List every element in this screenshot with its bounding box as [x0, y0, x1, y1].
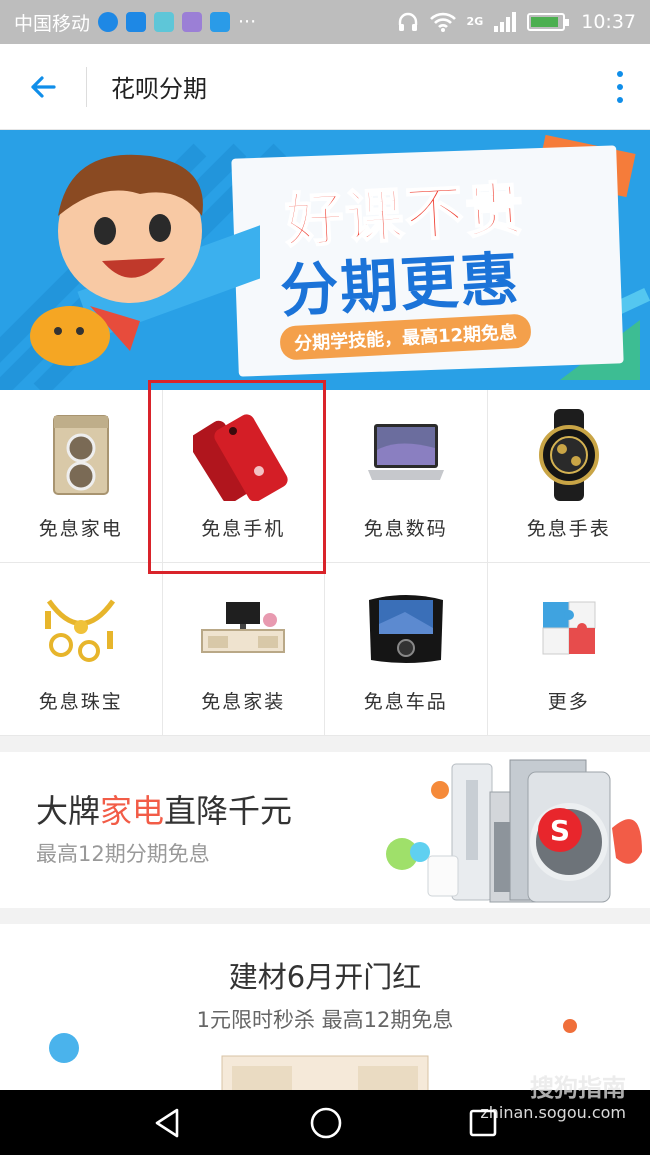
- app-header: 花呗分期: [0, 44, 650, 130]
- back-button[interactable]: [0, 44, 86, 130]
- image-notification-icon: [182, 12, 203, 32]
- category-label: 免息数码: [363, 518, 448, 540]
- tv-cabinet-icon: [188, 583, 298, 673]
- car-navigation-icon: [351, 583, 461, 673]
- category-jewelry[interactable]: 免息珠宝: [0, 563, 163, 736]
- laptop-icon: [351, 410, 461, 500]
- appliances-image: S: [386, 759, 642, 903]
- category-grid: 免息家电 免息手机 免息数码 免息手表 免息珠宝 免息家装 免息车品 更多: [0, 390, 650, 736]
- signal-icon: [494, 12, 517, 32]
- app-notification-icon: [98, 12, 119, 32]
- home-circle-icon[interactable]: [308, 1105, 344, 1141]
- promo-banner[interactable]: 好课不贵 分期更惠 分期学技能，最高12期免息: [0, 130, 650, 390]
- promo-subtitle: 最高12期分期免息: [36, 842, 210, 866]
- arrow-left-icon: [31, 75, 56, 98]
- gold-jewelry-icon: [26, 583, 136, 673]
- appliance-promo-card[interactable]: 大牌家电直降千元 最高12期分期免息 S: [0, 752, 650, 908]
- bag-notification-icon: [126, 12, 147, 32]
- category-more[interactable]: 更多: [487, 563, 650, 736]
- category-watches[interactable]: 免息手表: [487, 390, 650, 563]
- promo-title: 大牌家电直降千元: [36, 792, 293, 830]
- category-label: 免息手表: [526, 518, 611, 540]
- puzzle-icon: [514, 583, 624, 673]
- category-phones[interactable]: 免息手机: [162, 390, 325, 563]
- more-notifications-label: ···: [238, 11, 257, 33]
- category-label: 免息家装: [201, 691, 286, 713]
- banner-headline-2: 分期更惠: [278, 244, 522, 326]
- category-home-decor[interactable]: 免息家装: [162, 563, 325, 736]
- category-label: 免息手机: [201, 518, 286, 540]
- back-triangle-icon[interactable]: [151, 1106, 185, 1140]
- watermark: 搜狗指南 zhinan.sogou.com: [480, 1068, 626, 1122]
- washing-machine-icon: [26, 410, 136, 500]
- category-car-products[interactable]: 免息车品: [325, 563, 488, 736]
- battery-icon: [527, 13, 570, 31]
- network-type-label: 2G: [466, 15, 484, 28]
- cartoon-boy-icon: [30, 154, 260, 366]
- more-dot-icon: [617, 83, 623, 90]
- screen: 中国移动 ··· 2G 10:37 花呗分期 好课不贵 分期更惠 分期学技能，最…: [0, 0, 650, 1155]
- more-menu-button[interactable]: [590, 44, 650, 130]
- red-phone-icon: [188, 410, 298, 501]
- status-bar: 中国移动 ··· 2G 10:37: [0, 0, 650, 44]
- category-appliances[interactable]: 免息家电: [0, 390, 163, 563]
- watermark-logo: 搜狗指南: [530, 1074, 626, 1102]
- category-digital[interactable]: 免息数码: [325, 390, 488, 563]
- wifi-icon: [429, 12, 456, 32]
- headphones-icon: [398, 12, 417, 31]
- category-label: 更多: [547, 691, 590, 713]
- watermark-url: zhinan.sogou.com: [480, 1103, 626, 1122]
- page-title: 花呗分期: [111, 75, 207, 103]
- more-dot-icon: [617, 70, 623, 77]
- header-divider: [86, 66, 87, 107]
- more-dot-icon: [617, 96, 623, 103]
- watch-icon: [514, 409, 624, 501]
- category-label: 免息珠宝: [38, 691, 123, 713]
- svg-text:S: S: [550, 814, 570, 847]
- phone-notification-icon: [210, 12, 231, 32]
- category-label: 免息家电: [38, 518, 123, 540]
- clock-label: 10:37: [581, 11, 636, 33]
- category-label: 免息车品: [363, 691, 448, 713]
- android-notification-icon: [154, 12, 175, 32]
- carrier-label: 中国移动: [14, 12, 91, 35]
